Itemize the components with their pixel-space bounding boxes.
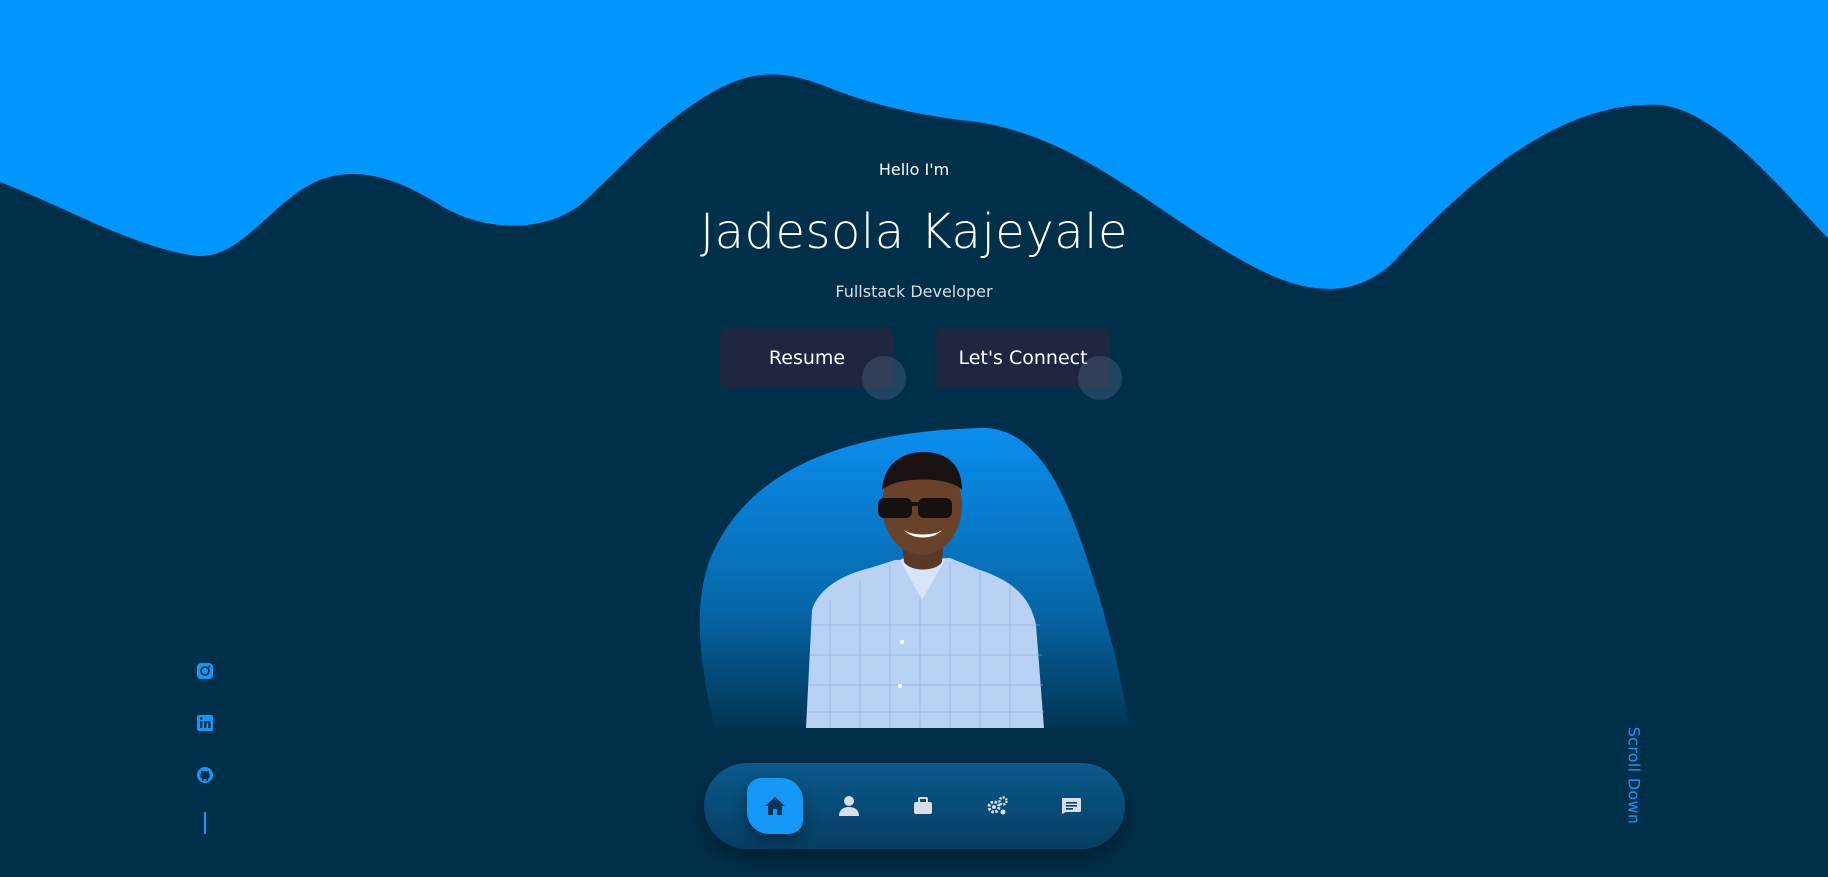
github-link[interactable] (194, 764, 216, 786)
linkedin-link[interactable] (194, 712, 216, 734)
nav-about[interactable] (812, 778, 886, 834)
hero-name: Jadesola Kajeyale (699, 204, 1129, 260)
button-bubble (862, 356, 906, 400)
resume-button-label: Resume (768, 347, 846, 369)
nav-contact[interactable] (1034, 778, 1108, 834)
linkedin-icon (197, 715, 213, 731)
nav-experience[interactable] (886, 778, 960, 834)
nav-services[interactable] (960, 778, 1034, 834)
social-divider-line (204, 812, 206, 834)
scroll-down[interactable]: Scroll Down (1620, 725, 1648, 825)
hero-greeting: Hello I'm (878, 160, 950, 179)
social-links (194, 660, 216, 834)
github-icon (197, 767, 213, 783)
nav-home[interactable] (738, 778, 812, 834)
gears-icon (987, 796, 1008, 815)
home-icon (765, 797, 785, 815)
message-icon (1062, 798, 1081, 814)
instagram-link[interactable] (194, 660, 216, 682)
resume-button[interactable]: Resume (720, 328, 906, 400)
instagram-icon (197, 663, 213, 679)
hero-role: Fullstack Developer (835, 282, 993, 301)
briefcase-icon (914, 797, 932, 814)
bottom-navigation (704, 763, 1125, 849)
user-icon (839, 796, 859, 816)
button-bubble (1078, 356, 1122, 400)
connect-button-label: Let's Connect (958, 347, 1088, 369)
profile-photo (806, 452, 1044, 728)
scroll-down-label: Scroll Down (1624, 726, 1644, 824)
connect-button[interactable]: Let's Connect (936, 328, 1122, 400)
